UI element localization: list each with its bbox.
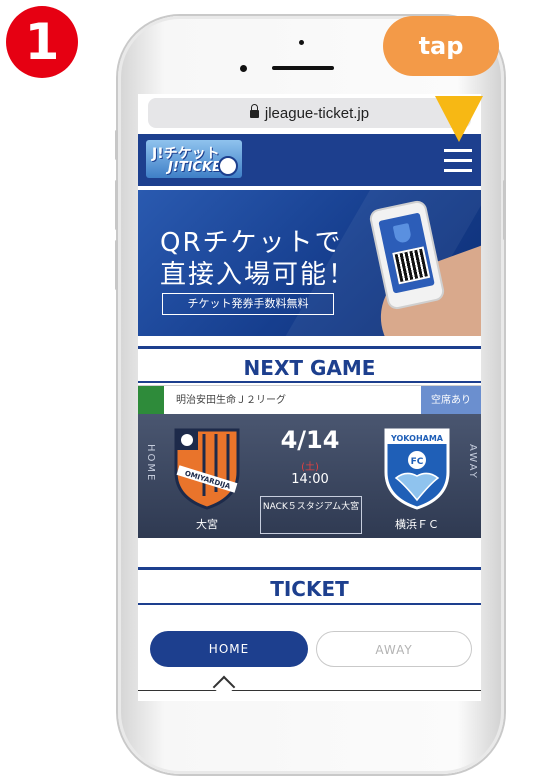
seat-availability-badge: 空席あり	[421, 386, 481, 415]
home-tab-button[interactable]: HOME	[150, 631, 308, 667]
away-team-name: 横浜ＦＣ	[395, 518, 439, 531]
yokohama-fc-emblem-icon: YOKOHAMA FC	[384, 428, 450, 510]
smartphone-screen	[378, 212, 435, 294]
browser-address-bar[interactable]: jleague-ticket.jp	[148, 98, 471, 128]
front-sensor	[299, 40, 304, 45]
ticket-top-rule	[138, 567, 481, 570]
match-venue: NACK５スタジアム大宮	[260, 496, 362, 534]
omiya-emblem-icon: OMIYARDIJA	[174, 428, 240, 510]
match-time: 14:00	[291, 472, 329, 487]
banner-headline-line2: 直接入場可能！	[160, 260, 357, 290]
tab-divider	[138, 690, 481, 691]
home-team-name: 大宮	[196, 518, 218, 531]
lock-icon	[249, 104, 259, 118]
tap-instruction-label: tap	[383, 16, 499, 76]
match-weekday: (土)	[301, 462, 319, 473]
next-game-top-rule	[138, 346, 481, 349]
site-header: J!チケット J!TICKET	[138, 134, 481, 186]
league-color-marker	[138, 386, 164, 415]
home-side-label: HOME	[145, 444, 156, 483]
earpiece-speaker	[272, 66, 334, 70]
front-camera	[240, 65, 247, 72]
site-logo[interactable]: J!チケット J!TICKET	[146, 140, 242, 178]
away-side-label: AWAY	[467, 444, 478, 480]
next-game-bottom-rule	[138, 381, 481, 383]
phone-volume-down	[115, 240, 118, 290]
phone-volume-up	[115, 180, 118, 230]
arrow-down-icon	[435, 96, 483, 142]
qr-ticket-banner[interactable]: QRチケットで 直接入場可能！ チケット発券手数料無料	[138, 190, 481, 336]
league-name: 明治安田生命Ｊ２リーグ	[176, 395, 286, 406]
mascot-icon	[218, 156, 238, 176]
mini-emblem-icon	[392, 223, 413, 244]
phone-screen: jleague-ticket.jp J!チケット J!TICKET QRチケット…	[138, 94, 481, 701]
next-game-card[interactable]: HOME AWAY OMIYARDIJA YOKOHAMA FC 大宮 横浜ＦＣ…	[138, 414, 481, 538]
league-bar: 明治安田生命Ｊ２リーグ 空席あり	[138, 385, 481, 416]
hamburger-menu-icon[interactable]	[444, 149, 472, 173]
address-url: jleague-ticket.jp	[264, 104, 370, 122]
phone-power-button	[503, 180, 506, 240]
ticket-bottom-rule	[138, 603, 481, 605]
banner-subtext: チケット発券手数料無料	[162, 293, 334, 315]
ticket-heading: TICKET	[270, 577, 349, 601]
qr-code-icon	[392, 246, 431, 285]
away-tab-button[interactable]: AWAY	[316, 631, 472, 667]
next-game-heading: NEXT GAME	[243, 356, 376, 380]
chevron-up-icon	[212, 675, 236, 699]
step-number-badge: 1	[6, 6, 78, 78]
away-emblem-sub: FC	[411, 457, 424, 467]
match-date: 4/14	[280, 426, 340, 454]
away-emblem-text: YOKOHAMA	[390, 434, 444, 443]
phone-mute-switch	[115, 130, 118, 160]
